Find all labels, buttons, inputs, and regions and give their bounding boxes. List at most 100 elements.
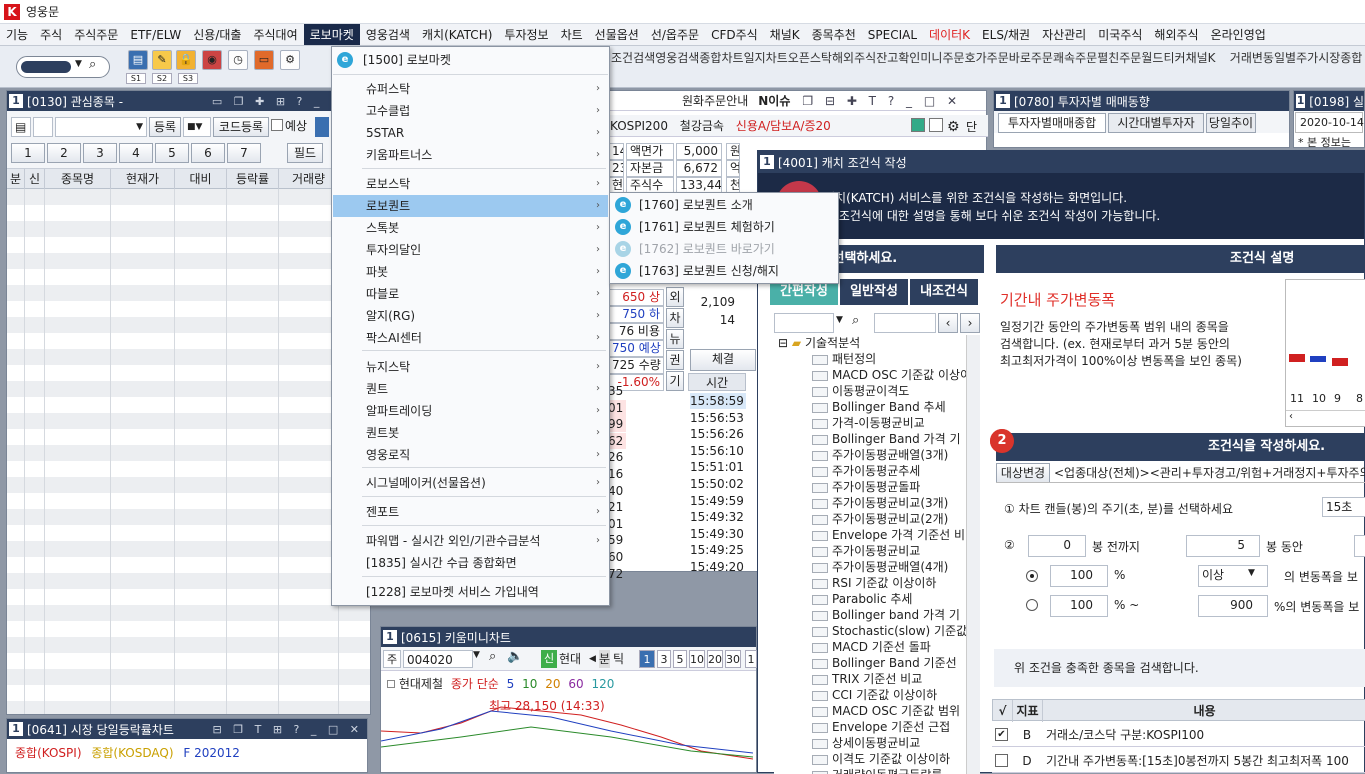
menu-10[interactable]: 차트 <box>555 24 589 46</box>
pencil-icon[interactable]: ✎ <box>152 50 172 70</box>
robomarket-item-13[interactable]: 퀀트› <box>333 378 608 400</box>
table-row[interactable] <box>7 189 370 205</box>
side-date[interactable]: 2020-10-14 <box>1295 112 1363 133</box>
menu-21[interactable]: 해외주식 <box>1148 24 1204 46</box>
watchlist-tab-4[interactable]: 4 <box>119 143 153 163</box>
investor-header[interactable]: 1 [0780] 투자자별 매매동향 <box>994 91 1289 111</box>
tree-item[interactable]: 주가이동평균추세 <box>812 463 920 479</box>
candle-period-select[interactable]: 15초 <box>1322 497 1365 517</box>
tree-item[interactable]: Envelope 기준선 근접 <box>812 719 950 735</box>
column-0[interactable]: 분 <box>7 169 25 189</box>
tree-item[interactable]: Bollinger band 가격 기 <box>812 607 960 623</box>
tree-item[interactable]: MACD OSC 기준값 이상이 <box>812 367 971 383</box>
table-row[interactable] <box>7 573 370 589</box>
table-row[interactable] <box>7 509 370 525</box>
tree-item[interactable]: TRIX 기준선 비교 <box>812 671 922 687</box>
shortcut-2[interactable]: 종합차트 <box>692 50 732 86</box>
interval-0[interactable]: 1 <box>639 650 655 668</box>
watchlist-tab-3[interactable]: 3 <box>83 143 117 163</box>
robomarket-item-2[interactable]: 5STAR› <box>333 122 608 144</box>
investor-tab-0[interactable]: 투자자별매매종합 <box>998 113 1106 133</box>
s1-button[interactable]: S1 <box>126 73 146 84</box>
monitor-icon[interactable]: ▭ <box>254 50 274 70</box>
tree-item[interactable]: Bollinger Band 추세 <box>812 399 946 415</box>
shortcut-5[interactable]: 해외주식 <box>825 50 865 86</box>
condition-tab-1[interactable]: 일반작성 <box>840 279 908 305</box>
green-toggle-icon[interactable] <box>911 118 925 132</box>
table-row[interactable] <box>7 237 370 253</box>
robomarket-item-4[interactable]: 로보스탁› <box>333 173 608 195</box>
search-icon[interactable]: ⌕ <box>89 57 96 72</box>
table-row[interactable] <box>7 557 370 573</box>
table-row[interactable] <box>7 493 370 509</box>
period-select[interactable]: 주 <box>383 650 401 668</box>
tree-scrollbar[interactable] <box>966 335 980 774</box>
menu-20[interactable]: 미국주식 <box>1092 24 1148 46</box>
interval-4[interactable]: 20 <box>707 650 723 668</box>
watchlist-tab-5[interactable]: 5 <box>155 143 189 163</box>
menu-13[interactable]: CFD주식 <box>705 24 764 46</box>
market-chart-header[interactable]: 1 [0641] 시장 당일등락률차트 ⊟ ❐ T ⊞ ? _ □ ✕ <box>7 719 367 739</box>
side-tab-0[interactable]: 외 <box>666 287 684 307</box>
tree-item[interactable]: RSI 기준값 이상이하 <box>812 575 936 591</box>
column-4[interactable]: 대비 <box>175 169 227 189</box>
register-button[interactable]: 등록 <box>149 117 181 137</box>
robomarket-item-0[interactable]: 슈퍼스탁› <box>333 78 608 100</box>
side-tab-3[interactable]: 권 <box>666 350 684 370</box>
change-min-input[interactable]: 100 <box>1050 565 1108 587</box>
dropdown-arrow-icon[interactable]: ▼ <box>836 315 843 325</box>
interval-5[interactable]: 30 <box>725 650 741 668</box>
type-select[interactable]: ■▼ <box>183 117 211 137</box>
window-control-icons[interactable]: ⊟ ❐ T ⊞ ? _ □ ✕ <box>213 723 367 736</box>
watchlist-tab-7[interactable]: 7 <box>227 143 261 163</box>
radio-range-1[interactable] <box>1026 570 1038 582</box>
robomarket-item-12[interactable]: 뉴지스탁› <box>333 356 608 378</box>
minute-toggle[interactable]: 분 <box>599 650 610 668</box>
bong-before-input[interactable]: 0 <box>1028 535 1086 557</box>
camera-icon[interactable]: ◉ <box>202 50 222 70</box>
interval-3[interactable]: 10 <box>689 650 705 668</box>
column-3[interactable]: 현재가 <box>111 169 175 189</box>
table-row[interactable] <box>7 541 370 557</box>
menu-17[interactable]: 데이터K <box>923 24 976 46</box>
tree-item[interactable]: Bollinger Band 가격 기 <box>812 431 961 447</box>
robomarket-item-5[interactable]: 로보퀀트› <box>333 195 608 217</box>
shortcut-9[interactable]: 바로주문 <box>1002 50 1042 86</box>
tree-search-input[interactable] <box>874 313 936 333</box>
menu-12[interactable]: 선/옵주문 <box>645 24 705 46</box>
side-tab-2[interactable]: 뉴 <box>666 329 684 349</box>
shortcut-13[interactable]: 채널K <box>1179 50 1219 86</box>
screen-search-box[interactable]: ▼ ⌕ <box>16 56 110 78</box>
condition-row[interactable]: ✔B거래소/코스닥 구분:KOSPI100 <box>992 723 1365 747</box>
column-2[interactable]: 종목명 <box>45 169 111 189</box>
condition-row-checkbox[interactable] <box>995 754 1008 767</box>
shortcut-17[interactable]: 시세 <box>1355 50 1365 86</box>
roboquant-item-3[interactable]: e[1763] 로보퀀트 신청/해지 <box>611 260 837 282</box>
tree-item[interactable]: 가격-이동평균비교 <box>812 415 925 431</box>
tree-item[interactable]: 상세이동평균비교 <box>812 735 920 751</box>
menu-18[interactable]: ELS/채권 <box>976 24 1036 46</box>
white-toggle-icon[interactable] <box>929 118 943 132</box>
menu-11[interactable]: 선물옵션 <box>589 24 645 46</box>
robomarket-item-16[interactable]: 영웅로직› <box>333 444 608 466</box>
tree-item[interactable]: 주가이동평균비교(3개) <box>812 495 948 511</box>
roboquant-item-1[interactable]: e[1761] 로보퀀트 체험하기 <box>611 216 837 238</box>
table-row[interactable] <box>7 205 370 221</box>
field-button[interactable]: 필드 <box>287 143 323 163</box>
table-row[interactable] <box>7 333 370 349</box>
tree-item[interactable]: Bollinger Band 기준선 <box>812 655 957 671</box>
table-row[interactable] <box>7 589 370 605</box>
tree-item[interactable]: 주가이동평균돌파 <box>812 479 920 495</box>
robomarket-item-9[interactable]: 따블로› <box>333 283 608 305</box>
side-tab-4[interactable]: 기 <box>666 371 684 391</box>
tree-item[interactable]: 주가이동평균비교(2개) <box>812 511 948 527</box>
table-row[interactable] <box>7 285 370 301</box>
table-row[interactable] <box>7 381 370 397</box>
condition-row-checkbox[interactable]: ✔ <box>995 728 1008 741</box>
table-row[interactable] <box>7 365 370 381</box>
robomarket-item-17[interactable]: 시그널메이커(선물옵션)› <box>333 472 608 494</box>
arrow-left-icon[interactable]: ◀ <box>589 650 599 668</box>
table-row[interactable] <box>7 477 370 493</box>
shortcut-7[interactable]: 미니주문 <box>913 50 953 86</box>
watchlist-grid[interactable] <box>7 189 370 714</box>
